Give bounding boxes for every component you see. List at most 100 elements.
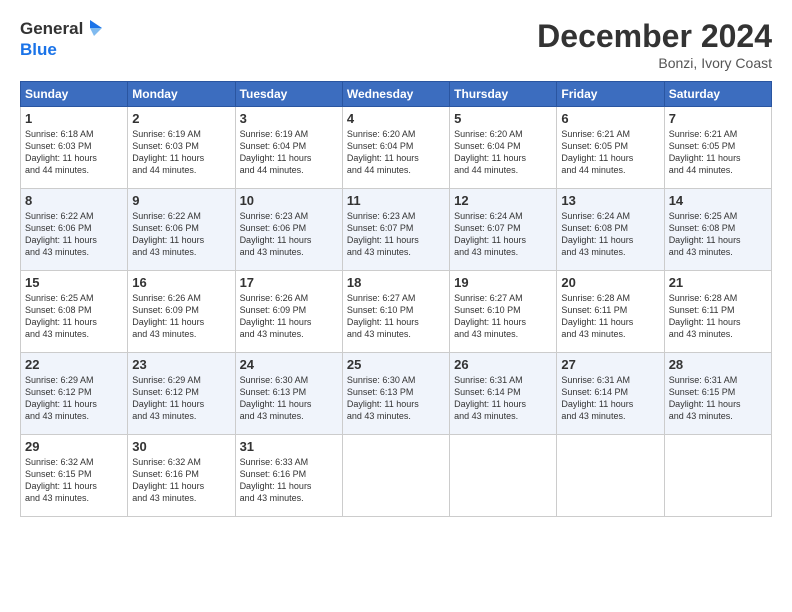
- location: Bonzi, Ivory Coast: [537, 55, 772, 71]
- page: General Blue December 2024 Bonzi, Ivory …: [0, 0, 792, 612]
- cell-text: Sunrise: 6:28 AMSunset: 6:11 PMDaylight:…: [669, 292, 767, 341]
- calendar-cell: 9 Sunrise: 6:22 AMSunset: 6:06 PMDaylight…: [128, 189, 235, 271]
- calendar-cell: 18 Sunrise: 6:27 AMSunset: 6:10 PMDayligh…: [342, 271, 449, 353]
- cell-text: Sunrise: 6:21 AMSunset: 6:05 PMDaylight:…: [561, 128, 659, 177]
- day-number: 30: [132, 439, 230, 454]
- cell-text: Sunrise: 6:24 AMSunset: 6:07 PMDaylight:…: [454, 210, 552, 259]
- day-number: 22: [25, 357, 123, 372]
- day-header-sunday: Sunday: [21, 82, 128, 107]
- cell-text: Sunrise: 6:32 AMSunset: 6:15 PMDaylight:…: [25, 456, 123, 505]
- cell-text: Sunrise: 6:31 AMSunset: 6:15 PMDaylight:…: [669, 374, 767, 423]
- day-number: 8: [25, 193, 123, 208]
- week-row-4: 22 Sunrise: 6:29 AMSunset: 6:12 PMDayligh…: [21, 353, 772, 435]
- month-title: December 2024: [537, 18, 772, 55]
- day-number: 13: [561, 193, 659, 208]
- cell-text: Sunrise: 6:22 AMSunset: 6:06 PMDaylight:…: [132, 210, 230, 259]
- calendar-cell: 25 Sunrise: 6:30 AMSunset: 6:13 PMDayligh…: [342, 353, 449, 435]
- day-number: 3: [240, 111, 338, 126]
- cell-text: Sunrise: 6:27 AMSunset: 6:10 PMDaylight:…: [347, 292, 445, 341]
- calendar-cell: 31 Sunrise: 6:33 AMSunset: 6:16 PMDayligh…: [235, 435, 342, 517]
- cell-text: Sunrise: 6:30 AMSunset: 6:13 PMDaylight:…: [347, 374, 445, 423]
- calendar-cell: [450, 435, 557, 517]
- day-number: 5: [454, 111, 552, 126]
- day-number: 7: [669, 111, 767, 126]
- logo-bird-icon: [84, 18, 102, 40]
- calendar-cell: 5Sunrise: 6:20 AMSunset: 6:04 PMDaylight…: [450, 107, 557, 189]
- day-number: 9: [132, 193, 230, 208]
- calendar-cell: 21 Sunrise: 6:28 AMSunset: 6:11 PMDayligh…: [664, 271, 771, 353]
- calendar-cell: 20 Sunrise: 6:28 AMSunset: 6:11 PMDayligh…: [557, 271, 664, 353]
- day-number: 21: [669, 275, 767, 290]
- cell-text: Sunrise: 6:32 AMSunset: 6:16 PMDaylight:…: [132, 456, 230, 505]
- week-row-2: 8 Sunrise: 6:22 AMSunset: 6:06 PMDaylight…: [21, 189, 772, 271]
- calendar-cell: 22Sunrise: 6:29 AMSunset: 6:12 PMDayligh…: [21, 353, 128, 435]
- day-number: 25: [347, 357, 445, 372]
- day-number: 20: [561, 275, 659, 290]
- calendar-cell: 29 Sunrise: 6:32 AMSunset: 6:15 PMDayligh…: [21, 435, 128, 517]
- day-header-saturday: Saturday: [664, 82, 771, 107]
- calendar-cell: 16 Sunrise: 6:26 AMSunset: 6:09 PMDayligh…: [128, 271, 235, 353]
- day-number: 31: [240, 439, 338, 454]
- day-number: 10: [240, 193, 338, 208]
- cell-text: Sunrise: 6:31 AMSunset: 6:14 PMDaylight:…: [561, 374, 659, 423]
- calendar-cell: 13 Sunrise: 6:24 AMSunset: 6:08 PMDayligh…: [557, 189, 664, 271]
- day-header-tuesday: Tuesday: [235, 82, 342, 107]
- day-number: 23: [132, 357, 230, 372]
- cell-text: Sunrise: 6:23 AMSunset: 6:06 PMDaylight:…: [240, 210, 338, 259]
- calendar-cell: 1 Sunrise: 6:18 AMSunset: 6:03 PMDaylight…: [21, 107, 128, 189]
- day-number: 18: [347, 275, 445, 290]
- logo-text: General Blue: [20, 18, 102, 60]
- cell-text: Sunrise: 6:33 AMSunset: 6:16 PMDaylight:…: [240, 456, 338, 505]
- calendar-cell: 7 Sunrise: 6:21 AMSunset: 6:05 PMDaylight…: [664, 107, 771, 189]
- cell-text: Sunrise: 6:19 AMSunset: 6:04 PMDaylight:…: [240, 128, 338, 177]
- day-number: 16: [132, 275, 230, 290]
- logo-general: General: [20, 19, 83, 39]
- calendar-cell: 19Sunrise: 6:27 AMSunset: 6:10 PMDayligh…: [450, 271, 557, 353]
- day-number: 6: [561, 111, 659, 126]
- calendar-table: SundayMondayTuesdayWednesdayThursdayFrid…: [20, 81, 772, 517]
- day-header-friday: Friday: [557, 82, 664, 107]
- calendar-cell: 12 Sunrise: 6:24 AMSunset: 6:07 PMDayligh…: [450, 189, 557, 271]
- cell-text: Sunrise: 6:27 AMSunset: 6:10 PMDaylight:…: [454, 292, 552, 341]
- header: General Blue December 2024 Bonzi, Ivory …: [20, 18, 772, 71]
- day-number: 14: [669, 193, 767, 208]
- cell-text: Sunrise: 6:28 AMSunset: 6:11 PMDaylight:…: [561, 292, 659, 341]
- calendar-cell: 15Sunrise: 6:25 AMSunset: 6:08 PMDayligh…: [21, 271, 128, 353]
- day-number: 29: [25, 439, 123, 454]
- day-number: 2: [132, 111, 230, 126]
- cell-text: Sunrise: 6:30 AMSunset: 6:13 PMDaylight:…: [240, 374, 338, 423]
- day-number: 17: [240, 275, 338, 290]
- cell-text: Sunrise: 6:20 AMSunset: 6:04 PMDaylight:…: [347, 128, 445, 177]
- day-number: 28: [669, 357, 767, 372]
- cell-text: Sunrise: 6:29 AMSunset: 6:12 PMDaylight:…: [132, 374, 230, 423]
- calendar-cell: 6 Sunrise: 6:21 AMSunset: 6:05 PMDaylight…: [557, 107, 664, 189]
- day-number: 24: [240, 357, 338, 372]
- week-row-1: 1 Sunrise: 6:18 AMSunset: 6:03 PMDaylight…: [21, 107, 772, 189]
- logo: General Blue: [20, 18, 102, 60]
- calendar-cell: 24 Sunrise: 6:30 AMSunset: 6:13 PMDayligh…: [235, 353, 342, 435]
- calendar-cell: [664, 435, 771, 517]
- calendar-cell: 28 Sunrise: 6:31 AMSunset: 6:15 PMDayligh…: [664, 353, 771, 435]
- week-row-3: 15Sunrise: 6:25 AMSunset: 6:08 PMDayligh…: [21, 271, 772, 353]
- cell-text: Sunrise: 6:18 AMSunset: 6:03 PMDaylight:…: [25, 128, 123, 177]
- calendar-cell: 4Sunrise: 6:20 AMSunset: 6:04 PMDaylight…: [342, 107, 449, 189]
- day-number: 11: [347, 193, 445, 208]
- day-number: 12: [454, 193, 552, 208]
- calendar-cell: 2 Sunrise: 6:19 AMSunset: 6:03 PMDaylight…: [128, 107, 235, 189]
- day-number: 1: [25, 111, 123, 126]
- cell-text: Sunrise: 6:23 AMSunset: 6:07 PMDaylight:…: [347, 210, 445, 259]
- cell-text: Sunrise: 6:24 AMSunset: 6:08 PMDaylight:…: [561, 210, 659, 259]
- cell-text: Sunrise: 6:25 AMSunset: 6:08 PMDaylight:…: [25, 292, 123, 341]
- calendar-cell: 3 Sunrise: 6:19 AMSunset: 6:04 PMDaylight…: [235, 107, 342, 189]
- calendar-cell: 11 Sunrise: 6:23 AMSunset: 6:07 PMDayligh…: [342, 189, 449, 271]
- week-row-5: 29 Sunrise: 6:32 AMSunset: 6:15 PMDayligh…: [21, 435, 772, 517]
- day-header-monday: Monday: [128, 82, 235, 107]
- cell-text: Sunrise: 6:26 AMSunset: 6:09 PMDaylight:…: [240, 292, 338, 341]
- calendar-cell: [557, 435, 664, 517]
- cell-text: Sunrise: 6:21 AMSunset: 6:05 PMDaylight:…: [669, 128, 767, 177]
- cell-text: Sunrise: 6:26 AMSunset: 6:09 PMDaylight:…: [132, 292, 230, 341]
- cell-text: Sunrise: 6:19 AMSunset: 6:03 PMDaylight:…: [132, 128, 230, 177]
- cell-text: Sunrise: 6:22 AMSunset: 6:06 PMDaylight:…: [25, 210, 123, 259]
- calendar-cell: 23 Sunrise: 6:29 AMSunset: 6:12 PMDayligh…: [128, 353, 235, 435]
- calendar-cell: 8 Sunrise: 6:22 AMSunset: 6:06 PMDaylight…: [21, 189, 128, 271]
